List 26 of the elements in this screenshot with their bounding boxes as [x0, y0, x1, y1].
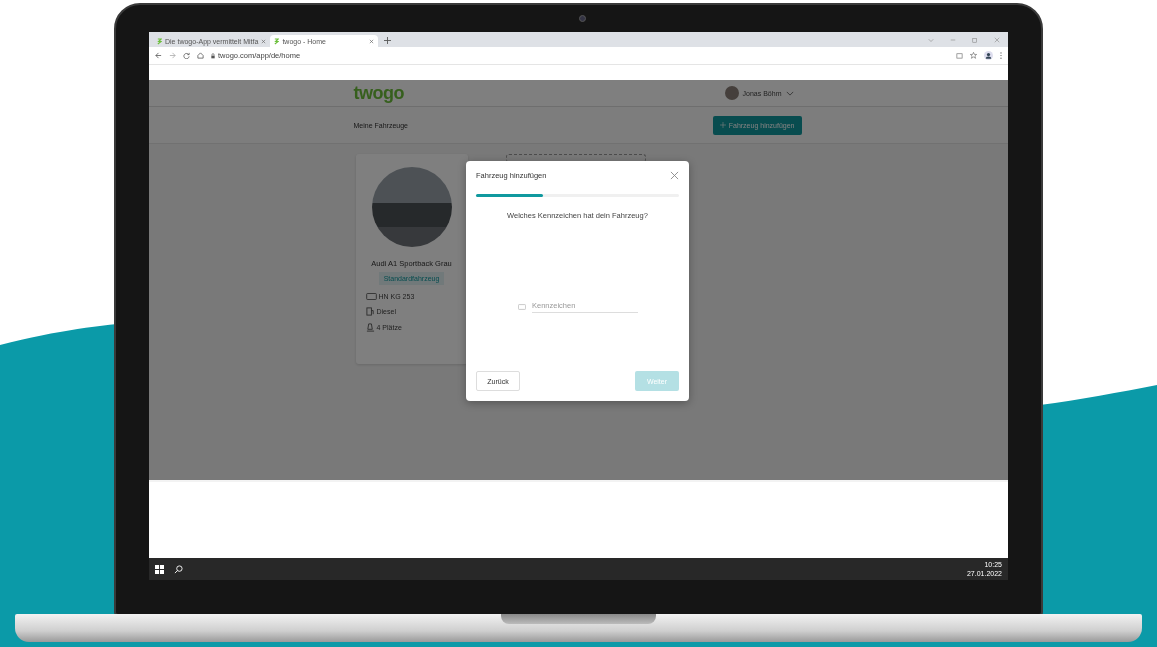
close-icon[interactable] — [369, 38, 375, 44]
chevron-down-icon[interactable] — [785, 90, 794, 96]
windows-icon[interactable] — [155, 564, 164, 574]
close-icon[interactable] — [261, 38, 267, 44]
seat-icon — [365, 323, 375, 332]
back-icon[interactable] — [155, 52, 162, 59]
reload-icon[interactable] — [183, 52, 190, 59]
share-icon[interactable] — [956, 52, 963, 59]
star-icon[interactable] — [970, 52, 977, 59]
license-plate-icon — [518, 303, 526, 310]
license-plate-icon — [365, 293, 377, 300]
fuel-pump-icon — [365, 307, 375, 316]
plus-icon — [719, 122, 726, 128]
lock-icon — [211, 52, 215, 59]
camera-icon — [578, 15, 586, 22]
forward-icon[interactable] — [169, 52, 176, 59]
logo-icon — [274, 37, 280, 45]
close-icon[interactable] — [670, 171, 679, 180]
avatar[interactable] — [724, 86, 739, 100]
new-tab-icon[interactable] — [384, 37, 392, 44]
close-icon[interactable] — [994, 37, 1000, 43]
logo-icon — [157, 37, 162, 45]
search-icon[interactable] — [174, 564, 183, 574]
profile-icon[interactable] — [984, 51, 993, 60]
restore-icon[interactable] — [972, 37, 978, 43]
home-icon[interactable] — [197, 52, 204, 59]
